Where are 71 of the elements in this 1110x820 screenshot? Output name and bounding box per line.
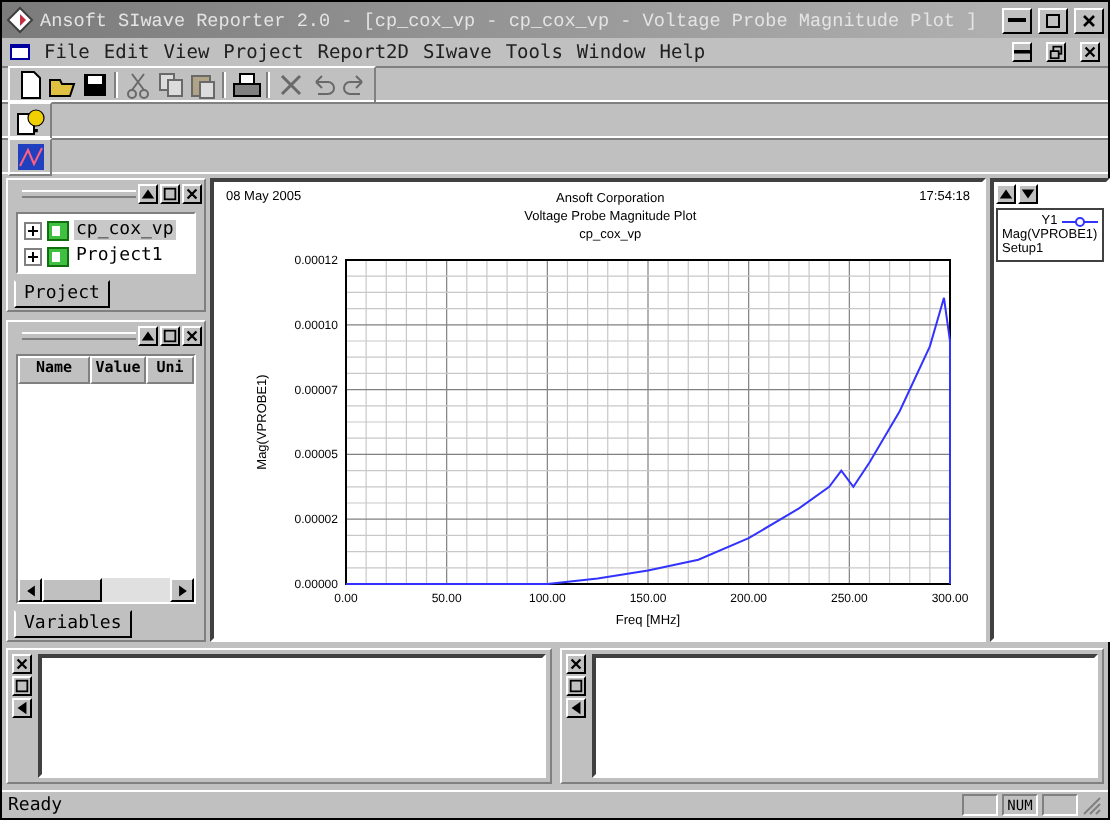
close-button[interactable] bbox=[1080, 42, 1100, 62]
minimize-icon bbox=[1014, 50, 1030, 54]
scroll-up-button[interactable] bbox=[138, 326, 158, 346]
menu-item[interactable]: Edit bbox=[103, 41, 150, 63]
close-button[interactable] bbox=[1074, 7, 1104, 33]
close-button[interactable] bbox=[565, 654, 585, 674]
legend-line-icon bbox=[1061, 215, 1098, 227]
left-arrow-icon bbox=[23, 583, 37, 597]
up-arrow-button[interactable] bbox=[996, 184, 1016, 204]
menu-item[interactable]: Help bbox=[659, 41, 706, 63]
close-button[interactable] bbox=[12, 654, 32, 674]
close-icon bbox=[184, 186, 200, 202]
status-message: Ready bbox=[8, 795, 65, 815]
project-tab[interactable]: Project bbox=[14, 280, 110, 308]
close-icon bbox=[184, 328, 200, 344]
menu-item[interactable]: File bbox=[44, 41, 90, 63]
up-arrow-icon bbox=[998, 186, 1014, 202]
menu-item[interactable]: Report2D bbox=[317, 41, 409, 63]
app-icon bbox=[6, 6, 34, 34]
tree-item[interactable]: Project1 bbox=[74, 246, 165, 266]
resize-grip-icon bbox=[1082, 795, 1102, 815]
right-arrow-icon bbox=[175, 583, 189, 597]
menu-item[interactable]: Project bbox=[223, 41, 304, 63]
down-arrow-button[interactable] bbox=[1018, 184, 1038, 204]
maximize-button[interactable] bbox=[160, 184, 180, 204]
close-button[interactable] bbox=[182, 184, 202, 204]
up-arrow-icon bbox=[140, 328, 156, 344]
maximize-icon bbox=[162, 328, 178, 344]
up-arrow-icon bbox=[140, 186, 156, 202]
document-icon bbox=[10, 42, 30, 62]
maximize-icon bbox=[14, 678, 30, 694]
save-icon[interactable] bbox=[78, 69, 110, 99]
menu-item[interactable]: SIwave bbox=[422, 41, 492, 63]
help-icon[interactable] bbox=[14, 105, 46, 135]
collapse-button[interactable] bbox=[565, 698, 585, 718]
close-icon bbox=[1080, 11, 1098, 29]
menu-item[interactable]: View bbox=[163, 41, 210, 63]
minimize-icon bbox=[1008, 18, 1026, 22]
collapse-button[interactable] bbox=[12, 698, 32, 718]
restore-button[interactable] bbox=[1046, 42, 1066, 62]
minimize-button[interactable] bbox=[1012, 42, 1032, 62]
variables-tab[interactable]: Variables bbox=[14, 610, 132, 638]
maximize-icon bbox=[162, 186, 178, 202]
menu-item[interactable]: Window bbox=[576, 41, 646, 63]
maximize-button[interactable] bbox=[160, 326, 180, 346]
expand-toggle[interactable] bbox=[24, 221, 42, 239]
down-arrow-icon bbox=[1020, 186, 1036, 202]
maximize-button[interactable] bbox=[565, 676, 585, 696]
status-indicator bbox=[1042, 794, 1078, 816]
printer-icon[interactable] bbox=[230, 69, 262, 99]
window-title: Ansoft SIwave Reporter 2.0 - [cp_cox_vp - cp_cox_vp - Voltage Probe Magnitude Plot ] bbox=[40, 9, 980, 31]
restore-icon bbox=[1048, 44, 1064, 60]
tree-item[interactable]: cp_cox_vp bbox=[74, 220, 176, 240]
maximize-icon bbox=[1044, 11, 1062, 29]
close-icon bbox=[14, 656, 30, 672]
project-icon bbox=[46, 218, 70, 242]
close-icon bbox=[1082, 44, 1098, 60]
close-button[interactable] bbox=[182, 326, 202, 346]
plot-icon[interactable] bbox=[14, 141, 46, 171]
scroll-up-button[interactable] bbox=[138, 184, 158, 204]
close-icon bbox=[567, 656, 583, 672]
left-arrow-icon bbox=[14, 700, 30, 716]
status-indicator bbox=[962, 794, 998, 816]
maximize-icon bbox=[567, 678, 583, 694]
expand-toggle[interactable] bbox=[24, 247, 42, 265]
menu-item[interactable]: Tools bbox=[505, 41, 563, 63]
horizontal-scrollbar[interactable] bbox=[18, 578, 194, 602]
maximize-button[interactable] bbox=[12, 676, 32, 696]
minimize-button[interactable] bbox=[1002, 7, 1032, 33]
left-arrow-icon bbox=[567, 700, 583, 716]
project-icon bbox=[46, 244, 70, 268]
